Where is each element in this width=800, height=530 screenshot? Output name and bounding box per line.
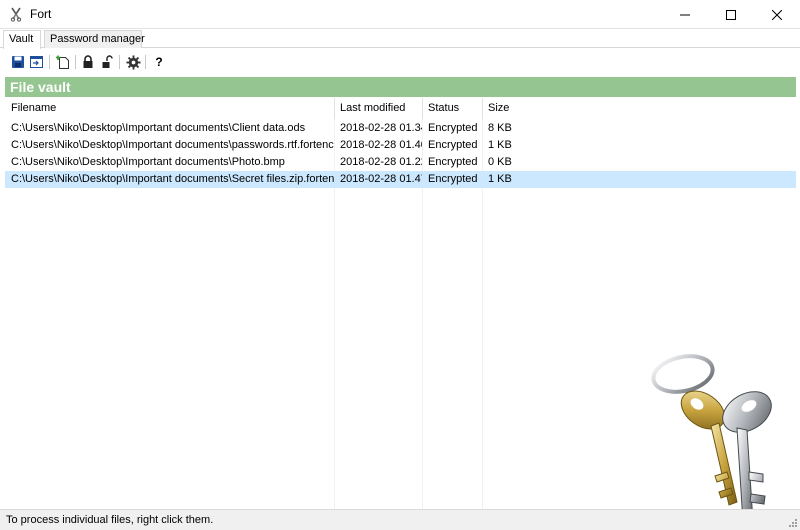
cell-size: 1 KB bbox=[488, 173, 512, 185]
maximize-button[interactable] bbox=[708, 0, 754, 29]
cell-status: Encrypted bbox=[428, 122, 478, 134]
help-button[interactable]: ? bbox=[150, 53, 168, 71]
tab-password-manager[interactable]: Password manager bbox=[44, 30, 145, 48]
help-icon: ? bbox=[155, 55, 163, 69]
cell-status: Encrypted bbox=[428, 139, 478, 151]
cell-size: 8 KB bbox=[488, 122, 512, 134]
cell-filename: C:\Users\Niko\Desktop\Important document… bbox=[11, 173, 334, 185]
settings-button[interactable] bbox=[124, 53, 142, 71]
table-row-selected[interactable]: C:\Users\Niko\Desktop\Important document… bbox=[5, 171, 796, 188]
tab-strip: Vault Password manager bbox=[0, 29, 800, 49]
cell-last-modified: 2018-02-28 01.47 bbox=[340, 173, 422, 185]
save-button[interactable] bbox=[9, 53, 27, 71]
maximize-icon bbox=[726, 9, 736, 20]
vault-header-title: File vault bbox=[10, 79, 71, 95]
tab-vault[interactable]: Vault bbox=[3, 30, 41, 49]
column-header-last-modified[interactable]: Last modified bbox=[334, 98, 422, 119]
column-header-status[interactable]: Status bbox=[422, 98, 482, 119]
open-vault-button[interactable] bbox=[28, 53, 46, 71]
cell-size: 0 KB bbox=[488, 156, 512, 168]
close-icon bbox=[772, 9, 782, 20]
window-title: Fort bbox=[30, 7, 52, 21]
add-file-icon bbox=[55, 55, 69, 69]
save-icon bbox=[12, 56, 24, 68]
column-header-filename[interactable]: Filename bbox=[5, 98, 334, 119]
vault-header: File vault bbox=[5, 77, 796, 97]
unlock-button[interactable] bbox=[98, 53, 116, 71]
lock-icon bbox=[83, 55, 93, 68]
minimize-icon bbox=[680, 14, 690, 15]
cell-size: 1 KB bbox=[488, 139, 512, 151]
column-header-size[interactable]: Size bbox=[482, 98, 562, 119]
minimize-button[interactable] bbox=[662, 0, 708, 29]
cell-status: Encrypted bbox=[428, 173, 478, 185]
scissors-tool-icon bbox=[8, 6, 24, 22]
title-bar[interactable]: Fort bbox=[0, 0, 800, 29]
lock-button[interactable] bbox=[79, 53, 97, 71]
toolbar: ? bbox=[0, 49, 800, 75]
status-bar: To process individual files, right click… bbox=[0, 509, 800, 530]
open-vault-icon bbox=[30, 56, 43, 68]
cell-status: Encrypted bbox=[428, 156, 478, 168]
cell-filename: C:\Users\Niko\Desktop\Important document… bbox=[11, 122, 306, 134]
cell-last-modified: 2018-02-28 01.34 bbox=[340, 122, 422, 134]
table-row[interactable]: C:\Users\Niko\Desktop\Important document… bbox=[5, 154, 796, 171]
keys-illustration bbox=[645, 352, 785, 527]
close-button[interactable] bbox=[754, 0, 800, 29]
settings-gear-icon bbox=[125, 54, 141, 70]
table-row[interactable]: C:\Users\Niko\Desktop\Important document… bbox=[5, 137, 796, 154]
cell-last-modified: 2018-02-28 01.40 bbox=[340, 139, 422, 151]
table-row[interactable]: C:\Users\Niko\Desktop\Important document… bbox=[5, 120, 796, 137]
cell-last-modified: 2018-02-28 01.22 bbox=[340, 156, 422, 168]
cell-filename: C:\Users\Niko\Desktop\Important document… bbox=[11, 139, 334, 151]
add-file-button[interactable] bbox=[54, 53, 72, 71]
unlock-icon bbox=[102, 55, 113, 68]
status-text: To process individual files, right click… bbox=[6, 514, 214, 526]
resize-grip-icon[interactable] bbox=[786, 516, 798, 528]
cell-filename: C:\Users\Niko\Desktop\Important document… bbox=[11, 156, 285, 168]
